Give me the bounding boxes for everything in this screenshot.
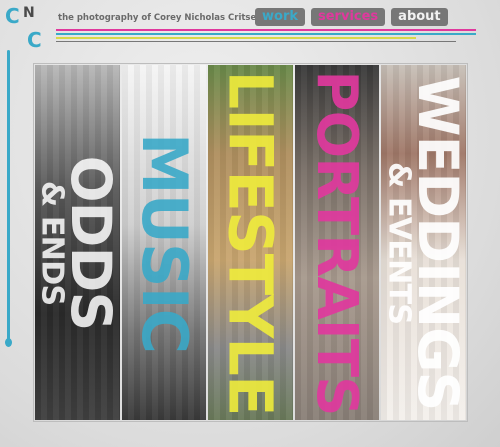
category-music-label: MUSIC <box>127 132 201 353</box>
logo-letter-n: N <box>23 5 35 21</box>
stripe-cyan <box>56 33 476 35</box>
category-odds-ends[interactable]: ODDS & ENDS <box>35 65 120 420</box>
nav-about-button[interactable]: about <box>391 8 448 26</box>
category-music-main: MUSIC <box>127 132 201 353</box>
category-lifestyle-main: LIFESTYLE <box>215 70 287 415</box>
logo-letter-c: C <box>5 4 20 28</box>
stripe-yellow <box>56 37 416 39</box>
category-odds-ends-sub: & ENDS <box>35 180 71 305</box>
stripe-magenta <box>56 29 476 31</box>
cnc-logo[interactable]: C N C <box>5 6 51 52</box>
drip-dot <box>5 338 12 347</box>
main-nav: work services about <box>255 8 448 26</box>
category-lifestyle-label: LIFESTYLE <box>215 70 287 415</box>
logo-letter-c2: C <box>27 28 42 52</box>
category-odds-ends-main: ODDS <box>58 155 120 330</box>
category-music[interactable]: MUSIC <box>121 65 207 420</box>
category-weddings-events-label: WEDDINGS & EVENTS <box>381 75 466 410</box>
category-portraits[interactable]: PORTRAITS <box>294 65 380 420</box>
category-weddings-events[interactable]: WEDDINGS & EVENTS <box>381 65 466 420</box>
category-lifestyle[interactable]: LIFESTYLE <box>208 65 293 420</box>
category-gallery: ODDS & ENDS MUSIC LIFESTYLE PORTRAITS WE… <box>35 65 466 420</box>
category-portraits-label: PORTRAITS <box>304 69 371 416</box>
category-odds-ends-label: ODDS & ENDS <box>35 155 120 330</box>
drip-line <box>7 50 10 345</box>
category-portraits-main: PORTRAITS <box>304 69 371 416</box>
nav-services-button[interactable]: services <box>311 8 386 26</box>
nav-work-button[interactable]: work <box>255 8 305 26</box>
stripe-gray <box>56 41 456 42</box>
category-weddings-events-main: WEDDINGS <box>405 75 466 410</box>
site-tagline: the photography of Corey Nicholas Critse… <box>58 13 261 23</box>
